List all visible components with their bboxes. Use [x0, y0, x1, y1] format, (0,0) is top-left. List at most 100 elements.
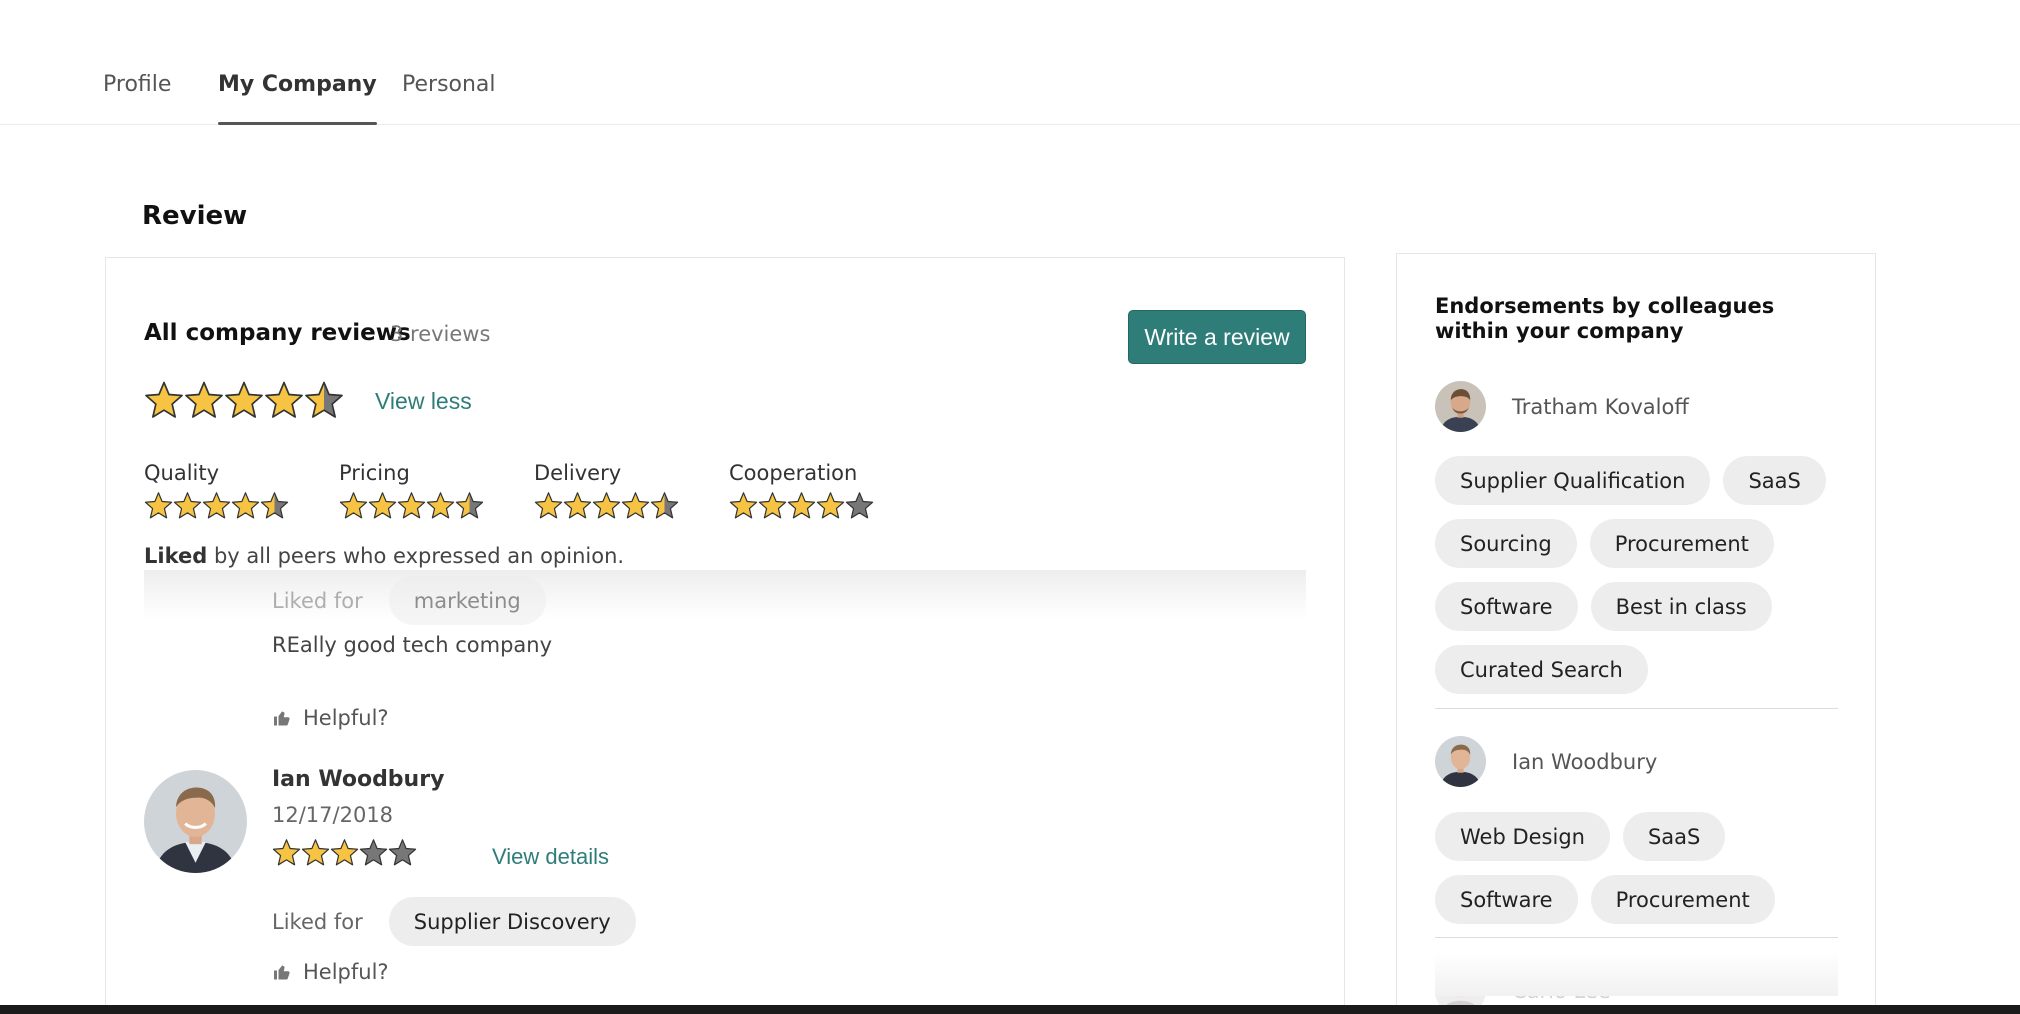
star-icon [845, 492, 874, 519]
star-icon [265, 381, 303, 418]
endorsement-tag: SaaS [1622, 812, 1726, 861]
star-icon [231, 492, 260, 519]
star-icon [816, 492, 845, 519]
thumbs-up-icon [274, 965, 290, 980]
category-label: Cooperation [729, 461, 858, 485]
star-icon [144, 492, 173, 519]
star-icon [272, 839, 301, 866]
thumbs-up-icon [274, 711, 290, 726]
category-label: Quality [144, 461, 220, 485]
tab-my-company[interactable]: My Company [218, 72, 377, 125]
review-count: 3 reviews [390, 322, 491, 346]
endorser-row: Tratham Kovaloff [1435, 381, 1689, 432]
reviews-panel: All company reviews 3 reviews Write a re… [105, 257, 1345, 1014]
category-pricing: Pricing [339, 461, 484, 520]
category-cooperation: Cooperation [729, 461, 874, 520]
liked-for-tag: Supplier Discovery [388, 897, 636, 946]
view-details-link[interactable]: View details [492, 844, 609, 870]
helpful-button[interactable]: Helpful? [272, 706, 389, 730]
star-icon [359, 839, 388, 866]
star-icon [145, 381, 183, 418]
review-liked-for: Liked for Supplier Discovery [272, 897, 636, 946]
star-icon [758, 492, 787, 519]
category-stars [339, 491, 484, 520]
star-icon [368, 492, 397, 519]
endorsement-tag: Procurement [1590, 875, 1775, 924]
star-icon [388, 839, 417, 866]
helpful-button[interactable]: Helpful? [272, 960, 389, 984]
endorsement-tag: SaaS [1723, 456, 1826, 505]
endorsement-tag: Procurement [1589, 519, 1774, 568]
reviewer-avatar [144, 770, 247, 873]
endorsement-tag: Software [1435, 875, 1578, 924]
divider [1435, 708, 1838, 709]
tab-personal[interactable]: Personal [402, 72, 496, 125]
liked-summary-text: by all peers who expressed an opinion. [207, 544, 625, 568]
endorsement-tag: Web Design [1435, 812, 1610, 861]
tab-profile[interactable]: Profile [103, 72, 171, 125]
liked-summary: Liked by all peers who expressed an opin… [144, 544, 624, 568]
endorser-avatar [1435, 381, 1486, 432]
reviewer-name[interactable]: Ian Woodbury [272, 767, 444, 792]
endorser-row: Ian Woodbury [1435, 736, 1657, 787]
star-icon [426, 492, 455, 519]
star-icon [339, 492, 368, 519]
star-icon [534, 492, 563, 519]
endorsement-tags: Web Design SaaS Software Procurement [1435, 812, 1838, 924]
endorsement-tag: Software [1435, 582, 1578, 631]
star-icon [455, 492, 484, 519]
endorsement-tags: Supplier Qualification SaaS Sourcing Procur… [1435, 456, 1838, 694]
star-icon [787, 492, 816, 519]
star-icon [729, 492, 758, 519]
helpful-label: Helpful? [303, 960, 389, 984]
scroll-fade [1435, 952, 1838, 996]
category-stars [729, 491, 874, 520]
review-rating-stars [272, 838, 417, 867]
review-text: REally good tech company [272, 633, 553, 657]
endorsement-tag: Best in class [1590, 582, 1772, 631]
overall-rating-stars [144, 380, 344, 420]
section-title: Review [142, 201, 248, 231]
endorsement-tag: Sourcing [1435, 519, 1577, 568]
review-date: 12/17/2018 [272, 803, 394, 827]
view-less-link[interactable]: View less [375, 388, 472, 415]
divider [1435, 937, 1838, 938]
star-icon [305, 381, 343, 418]
endorsement-tag: Curated Search [1435, 645, 1648, 694]
write-review-button[interactable]: Write a review [1128, 310, 1306, 364]
star-icon [397, 492, 426, 519]
star-icon [563, 492, 592, 519]
faded-liked-for: Liked for marketing [272, 576, 546, 625]
star-icon [225, 381, 263, 418]
star-icon [202, 492, 231, 519]
bottom-bar [0, 1005, 2020, 1014]
category-quality: Quality [144, 461, 289, 520]
person-avatar-icon [144, 770, 247, 873]
liked-for-label: Liked for [272, 588, 363, 613]
liked-for-label: Liked for [272, 909, 363, 934]
liked-for-tag: marketing [388, 576, 546, 625]
category-stars [144, 491, 289, 520]
category-delivery: Delivery [534, 461, 679, 520]
category-label: Delivery [534, 461, 622, 485]
profile-tabs: Profile My Company Personal [0, 0, 2020, 125]
helpful-label: Helpful? [303, 706, 389, 730]
star-icon [301, 839, 330, 866]
star-icon [592, 492, 621, 519]
star-icon [260, 492, 289, 519]
person-avatar-icon [1435, 381, 1486, 432]
endorsements-panel: Endorsements by colleagues within your c… [1396, 253, 1876, 1014]
star-icon [621, 492, 650, 519]
category-stars [534, 491, 679, 520]
endorsement-tag: Supplier Qualification [1435, 456, 1711, 505]
endorser-name[interactable]: Tratham Kovaloff [1512, 395, 1689, 419]
all-reviews-heading: All company reviews [144, 320, 411, 346]
star-icon [173, 492, 202, 519]
endorser-name[interactable]: Ian Woodbury [1512, 750, 1657, 774]
category-label: Pricing [339, 461, 410, 485]
endorsements-title: Endorsements by colleagues within your c… [1435, 294, 1775, 343]
star-icon [650, 492, 679, 519]
endorser-avatar [1435, 736, 1486, 787]
star-icon [330, 839, 359, 866]
liked-emphasis: Liked [144, 544, 208, 568]
